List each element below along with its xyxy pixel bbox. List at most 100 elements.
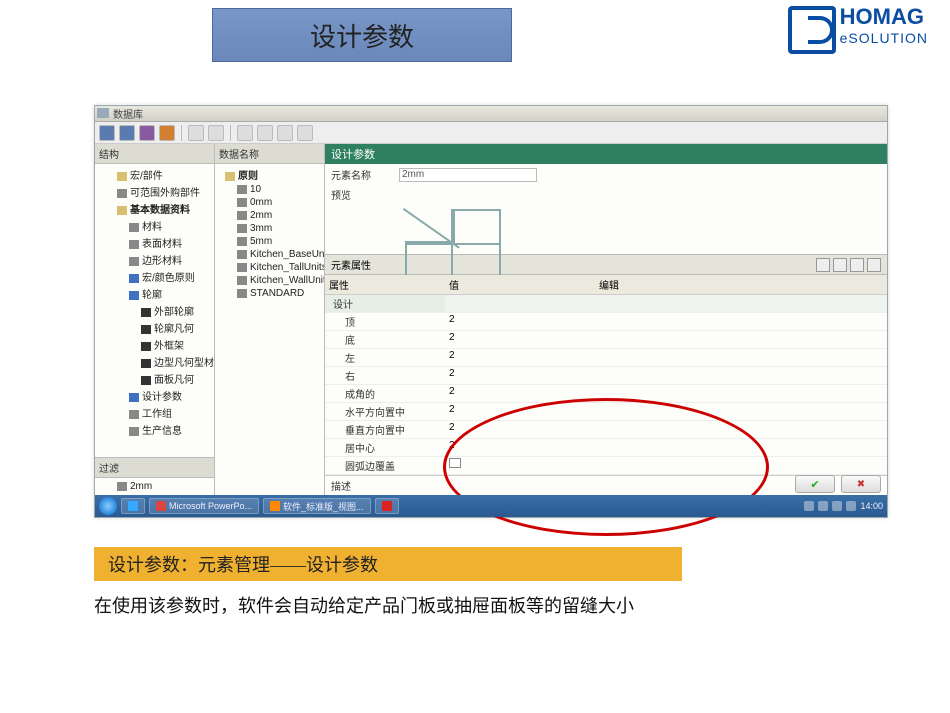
structure-tree-item[interactable]: 面板凡何 (95, 370, 214, 387)
structure-tree-item[interactable]: 轮廓 (95, 285, 214, 302)
toolbar-separator (230, 125, 231, 141)
props-cell-value[interactable] (445, 457, 595, 474)
names-list-item[interactable]: STANDARD (215, 287, 324, 300)
structure-tree-item[interactable]: 宏/部件 (95, 166, 214, 183)
system-tray[interactable]: 14:00 (804, 501, 883, 511)
structure-tree-item[interactable]: 可范围外购部件 (95, 183, 214, 200)
toolbar-info-icon[interactable] (188, 125, 204, 141)
props-row[interactable]: 底2 (325, 331, 887, 349)
element-name-input[interactable] (399, 168, 537, 182)
props-row[interactable]: 居中心2 (325, 439, 887, 457)
structure-tree-item[interactable]: 设计参数 (95, 387, 214, 404)
tray-icon[interactable] (832, 501, 842, 511)
structure-tree-item[interactable]: 轮廓凡何 (95, 319, 214, 336)
toolbar-save-icon[interactable] (99, 125, 115, 141)
props-row[interactable]: 圆弧边覆盖 (325, 457, 887, 475)
tree-node-label: 材料 (142, 222, 162, 233)
structure-tree-item[interactable]: 边型凡何型材 (95, 353, 214, 370)
names-list-item[interactable]: 5mm (215, 235, 324, 248)
props-settings-icon[interactable] (850, 258, 864, 272)
props-cell-value[interactable]: 2 (445, 421, 595, 438)
toolbar-db-icon[interactable] (139, 125, 155, 141)
toolbar-saveall-icon[interactable] (119, 125, 135, 141)
tray-icon[interactable] (804, 501, 814, 511)
structure-tree-item[interactable]: 外部轮廓 (95, 302, 214, 319)
props-cell-value[interactable]: 2 (445, 313, 595, 330)
props-cell-value[interactable] (445, 295, 595, 312)
props-cell-value[interactable]: 2 (445, 439, 595, 456)
filter-item[interactable]: 2mm (95, 480, 214, 493)
tree-node-icon (129, 393, 139, 402)
props-group-row[interactable]: 设计 (325, 295, 887, 313)
caption-text: 在使用该参数时，软件会自动给定产品门板或抽屉面板等的留缝大小 (94, 592, 634, 618)
names-list-item[interactable]: 原则 (215, 166, 324, 183)
filter-icon (117, 482, 127, 491)
props-row[interactable]: 左2 (325, 349, 887, 367)
structure-tree-item[interactable]: 生产信息 (95, 421, 214, 438)
names-list-item[interactable]: 3mm (215, 222, 324, 235)
props-cell-name: 底 (325, 331, 445, 348)
toolbar-help-icon[interactable] (297, 125, 313, 141)
props-cell-value[interactable]: 2 (445, 349, 595, 366)
props-cell-edit (595, 439, 887, 456)
list-node-label: 3mm (250, 223, 272, 234)
list-node-icon (237, 185, 247, 194)
props-row[interactable]: 水平方向置中2 (325, 403, 887, 421)
props-more-icon[interactable] (867, 258, 881, 272)
props-cell-value[interactable]: 2 (445, 385, 595, 402)
names-list-item[interactable]: 0mm (215, 196, 324, 209)
detail-panel: 设计参数 元素名称 预览 元素属性 (325, 144, 887, 495)
names-list-item[interactable]: Kitchen_WallUnits (215, 274, 324, 287)
checkbox-icon[interactable] (449, 458, 461, 468)
structure-tree-item[interactable]: 宏/颜色原则 (95, 268, 214, 285)
names-list-item[interactable]: 10 (215, 183, 324, 196)
taskbar-item[interactable] (375, 498, 399, 514)
names-list-item[interactable]: 2mm (215, 209, 324, 222)
tray-icon[interactable] (818, 501, 828, 511)
props-cell-value[interactable]: 2 (445, 331, 595, 348)
start-button[interactable] (99, 497, 117, 515)
taskbar-item[interactable]: 软件_标准版_视图... (263, 498, 371, 514)
taskbar-item-label: Microsoft PowerPo... (169, 501, 252, 511)
taskbar-item[interactable]: Microsoft PowerPo... (149, 498, 259, 514)
list-node-label: Kitchen_WallUnits (250, 275, 324, 286)
tray-icon[interactable] (846, 501, 856, 511)
structure-tree-item[interactable]: 边形材料 (95, 251, 214, 268)
names-list-item[interactable]: Kitchen_BaseUnits (215, 248, 324, 261)
structure-tree-item[interactable]: 表面材料 (95, 234, 214, 251)
tree-node-label: 边型凡何型材 (154, 358, 214, 369)
toolbar-refresh-icon[interactable] (208, 125, 224, 141)
toolbar-open-icon[interactable] (159, 125, 175, 141)
structure-tree-item[interactable]: 基本数据资料 (95, 200, 214, 217)
structure-tree-item[interactable]: 材料 (95, 217, 214, 234)
props-cell-value[interactable]: 2 (445, 403, 595, 420)
cancel-button[interactable] (841, 475, 881, 493)
toolbar-search-icon[interactable] (277, 125, 293, 141)
structure-tree[interactable]: 宏/部件可范围外购部件基本数据资料材料表面材料边形材料宏/颜色原则轮廓外部轮廓轮… (95, 164, 214, 457)
list-node-icon (237, 198, 247, 207)
props-collapse-icon[interactable] (816, 258, 830, 272)
taskbar-item[interactable] (121, 498, 145, 514)
props-cell-edit (595, 367, 887, 384)
toolbar-redo-icon[interactable] (257, 125, 273, 141)
props-row[interactable]: 成角的2 (325, 385, 887, 403)
toolbar-undo-icon[interactable] (237, 125, 253, 141)
structure-tree-item[interactable]: 工作组 (95, 404, 214, 421)
names-panel: 数据名称 原则100mm2mm3mm5mmKitchen_BaseUnitsKi… (215, 144, 325, 495)
props-row[interactable]: 垂直方向置中2 (325, 421, 887, 439)
list-node-label: 10 (250, 184, 261, 195)
props-row[interactable]: 右2 (325, 367, 887, 385)
props-expand-icon[interactable] (833, 258, 847, 272)
tree-node-icon (129, 223, 139, 232)
props-cell-value[interactable]: 2 (445, 367, 595, 384)
taskbar: Microsoft PowerPo... 软件_标准版_视图... 14:00 (95, 495, 887, 517)
structure-tree-item[interactable]: 外框架 (95, 336, 214, 353)
window-titlebar[interactable]: 数据库 (95, 106, 887, 122)
list-node-label: 5mm (250, 236, 272, 247)
ok-button[interactable] (795, 475, 835, 493)
props-row[interactable]: 顶2 (325, 313, 887, 331)
tree-node-icon (117, 172, 127, 181)
tray-clock: 14:00 (860, 501, 883, 511)
names-list[interactable]: 原则100mm2mm3mm5mmKitchen_BaseUnitsKitchen… (215, 164, 324, 495)
names-list-item[interactable]: Kitchen_TallUnits (215, 261, 324, 274)
